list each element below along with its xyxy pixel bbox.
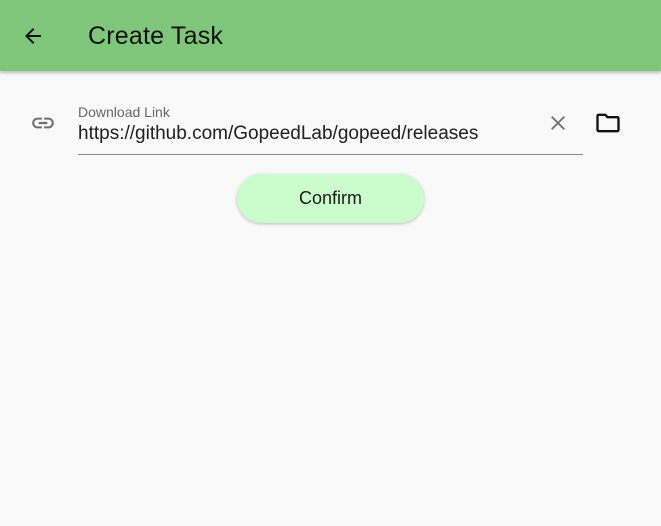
arrow-back-icon <box>25 28 41 44</box>
close-icon <box>551 116 565 130</box>
confirm-button[interactable]: Confirm <box>237 174 424 223</box>
clear-button[interactable] <box>544 109 572 137</box>
link-icon <box>32 117 54 129</box>
folder-icon <box>596 113 620 133</box>
back-button[interactable] <box>14 17 52 55</box>
download-link-input[interactable] <box>78 122 538 146</box>
select-folder-button[interactable] <box>592 109 624 137</box>
page-title: Create Task <box>88 22 224 50</box>
download-link-label: Download Link <box>78 104 170 120</box>
app-bar: Create Task <box>0 0 661 71</box>
download-link-field: Download Link <box>78 100 583 155</box>
create-task-screen: Create Task Download Link Confirm <box>0 0 661 526</box>
